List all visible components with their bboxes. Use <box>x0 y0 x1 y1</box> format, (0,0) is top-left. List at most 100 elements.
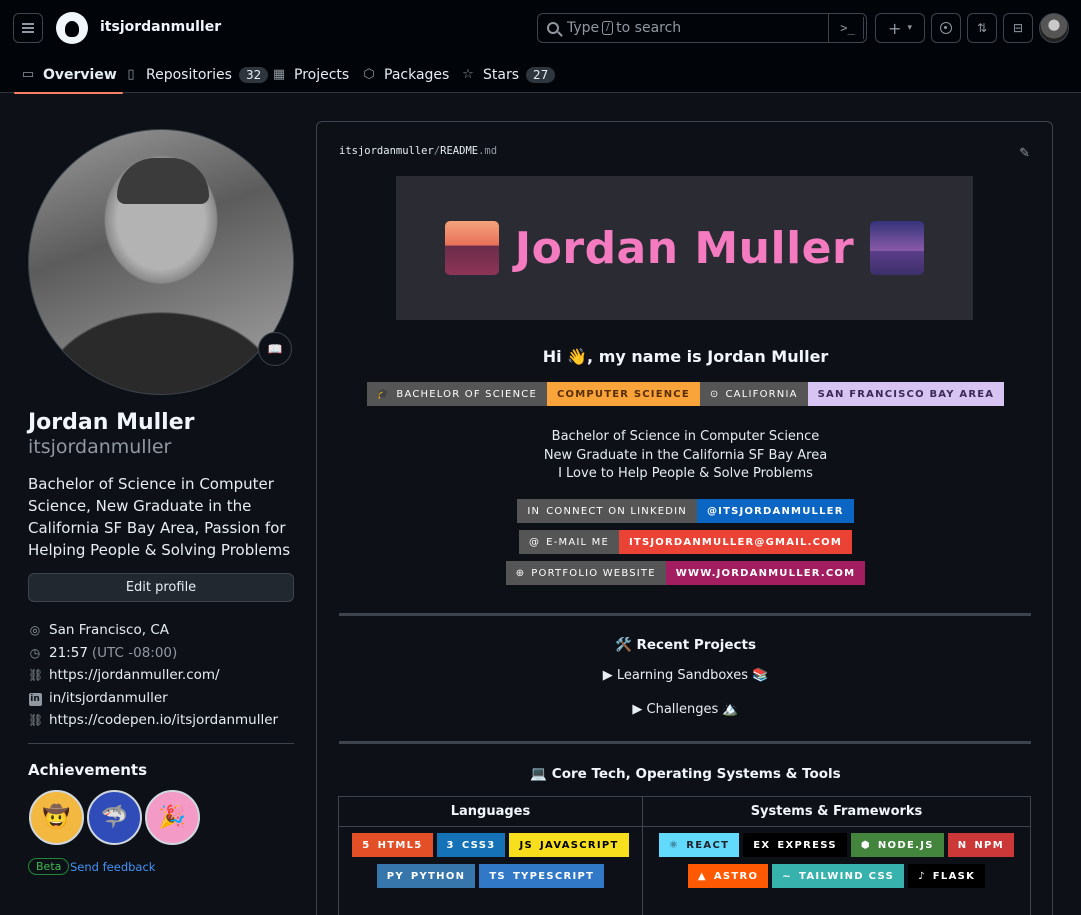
repositories-counter: 32 <box>238 66 269 83</box>
clock-icon: ◷ <box>29 645 41 660</box>
badge-label: Node.js <box>877 839 934 851</box>
tab-packages[interactable]: ⬡ Packages <box>361 56 449 93</box>
local-time-row: ◷ 21:57 (UTC -08:00) <box>28 642 278 665</box>
header-row: itsjordanmuller Type / to search >_ + ▾ ⇅… <box>0 0 1081 56</box>
achievement-badge-pull-shark[interactable]: 🤠 <box>29 790 84 845</box>
tab-overview[interactable]: ▭ Overview <box>14 56 123 94</box>
badge-value: Computer Science <box>546 382 700 406</box>
send-feedback-link[interactable]: Send feedback <box>70 860 155 874</box>
npm-icon: n <box>957 839 968 851</box>
linkedin-badge[interactable]: in Connect on LinkedIn @itsjordanmuller <box>517 499 854 523</box>
location-pin-icon: ⊙ <box>709 388 720 400</box>
readme-divider <box>339 613 1031 616</box>
location-text: San Francisco, CA <box>49 622 169 639</box>
search-icon <box>547 22 559 34</box>
website-link[interactable]: https://jordanmuller.com/ <box>49 667 220 683</box>
achievement-badge-shark[interactable]: 🦈 <box>87 790 142 845</box>
email-badge[interactable]: @ E-mail Me itsjordanmuller@gmail.com <box>518 530 853 554</box>
profile-bio: Bachelor of Science in Computer Science,… <box>28 475 291 559</box>
astro-badge: ▲ Astro <box>687 864 769 888</box>
sidebar-divider <box>28 743 294 744</box>
tab-repositories[interactable]: ▯ Repositories 32 <box>123 56 269 93</box>
badge-value: San Francisco Bay Area <box>807 382 1005 406</box>
tab-stars[interactable]: ☆ Stars 27 <box>460 56 556 93</box>
tailwind-badge: ~ Tailwind CSS <box>772 864 905 888</box>
flask-badge: ♪ Flask <box>908 864 986 888</box>
header-divider <box>863 17 864 39</box>
badge-label: Express <box>777 839 837 851</box>
edit-readme-pencil-icon[interactable]: ✎ <box>1019 146 1030 161</box>
python-badge: Py Python <box>376 864 476 888</box>
nodejs-icon: ⬢ <box>860 839 871 851</box>
badge-value: itsjordanmuller@gmail.com <box>619 530 853 554</box>
edit-profile-button[interactable]: Edit profile <box>28 573 294 602</box>
profile-details: ◎ San Francisco, CA ◷ 21:57 (UTC -08:00) ⛓ h… <box>28 619 278 732</box>
search-placeholder-post: to search <box>616 20 682 36</box>
pull-requests-button[interactable]: ⇅ <box>967 13 997 43</box>
portfolio-badge[interactable]: ⊕ Portfolio Website www.jordanmuller.com <box>505 561 866 585</box>
github-logo-icon[interactable] <box>56 12 88 44</box>
at-sign-icon: @ <box>528 536 541 548</box>
codepen-link[interactable]: https://codepen.io/itsjordanmuller <box>49 712 278 728</box>
book-icon: ▭ <box>21 67 35 82</box>
readme-greeting: Hi 👋, my name is Jordan Muller <box>542 347 829 366</box>
badge-label: E-mail Me <box>546 536 610 548</box>
html5-badge: 5 HTML5 <box>352 833 433 857</box>
linkedin-link[interactable]: in/itsjordanmuller <box>49 690 168 706</box>
challenges-toggle[interactable]: ▶ Challenges 🏔️ <box>317 702 1052 717</box>
tab-projects[interactable]: ▦ Projects <box>271 56 349 93</box>
readme-banner: Jordan Muller <box>396 176 973 320</box>
create-new-button[interactable]: + ▾ <box>875 13 925 43</box>
menu-button[interactable] <box>13 13 43 43</box>
education-badges: 🎓 Bachelor of Science Computer Science ⊙ C… <box>317 382 1052 406</box>
badge-label: CSS3 <box>461 839 496 851</box>
issues-button[interactable] <box>931 13 961 43</box>
hamburger-icon <box>22 27 34 29</box>
badge-label: TypeScript <box>512 870 595 882</box>
inbox-button[interactable]: ⊟ <box>1003 13 1033 43</box>
profile-login: itsjordanmuller <box>28 436 172 458</box>
star-icon: ☆ <box>462 67 474 82</box>
badge-label: Flask <box>932 870 976 882</box>
css3-badge: 3 CSS3 <box>436 833 506 857</box>
express-badge: ex Express <box>743 833 847 857</box>
search-placeholder-pre: Type <box>567 20 600 36</box>
beta-label: Beta <box>28 858 70 875</box>
banner-title: Jordan Muller <box>514 222 855 274</box>
profile-avatar[interactable] <box>28 129 294 395</box>
achievements-heading: Achievements <box>28 761 148 779</box>
location-row: ◎ San Francisco, CA <box>28 619 278 642</box>
readme-divider <box>339 741 1031 744</box>
global-header: itsjordanmuller Type / to search >_ + ▾ ⇅… <box>0 0 1081 94</box>
portfolio-badge-row: ⊕ Portfolio Website www.jordanmuller.com <box>317 561 1052 585</box>
linkedin-icon: in <box>527 505 541 517</box>
learning-sandboxes-toggle[interactable]: ▶ Learning Sandboxes 📚 <box>317 668 1052 683</box>
intro-line: New Graduate in the California SF Bay Ar… <box>543 447 828 463</box>
readme-file[interactable]: README <box>440 145 478 157</box>
npm-badge: n NPM <box>947 833 1014 857</box>
status-emoji-button[interactable]: 📖 <box>258 332 292 366</box>
search-input[interactable]: Type / to search >_ <box>537 13 867 43</box>
website-row[interactable]: ⛓ https://jordanmuller.com/ <box>28 664 278 687</box>
badge-label: React <box>686 839 730 851</box>
stars-counter: 27 <box>526 66 556 83</box>
slash-key-hint: / <box>602 21 614 35</box>
tab-label: Repositories <box>146 66 232 83</box>
command-palette-button[interactable]: >_ <box>828 13 866 43</box>
achievement-badge-yolo[interactable]: 🎉 <box>145 790 200 845</box>
core-tech-heading: 💻 Core Tech, Operating Systems & Tools <box>530 766 841 782</box>
react-icon: ⚛ <box>669 839 680 851</box>
badge-label: California <box>725 388 798 400</box>
header-username[interactable]: itsjordanmuller <box>100 19 221 35</box>
codepen-row[interactable]: ⛓ https://codepen.io/itsjordanmuller <box>28 709 278 732</box>
typescript-badge: TS TypeScript <box>479 864 605 888</box>
package-icon: ⬡ <box>363 67 375 82</box>
linkedin-row[interactable]: in in/itsjordanmuller <box>28 687 278 710</box>
timezone: (UTC -08:00) <box>91 644 178 661</box>
badge-value: @itsjordanmuller <box>696 499 854 523</box>
nodejs-badge: ⬢ Node.js <box>850 833 944 857</box>
user-avatar-button[interactable] <box>1039 13 1069 43</box>
badge-label: JavaScript <box>539 839 619 851</box>
tab-label: Packages <box>384 66 450 83</box>
readme-owner[interactable]: itsjordanmuller <box>339 145 434 157</box>
